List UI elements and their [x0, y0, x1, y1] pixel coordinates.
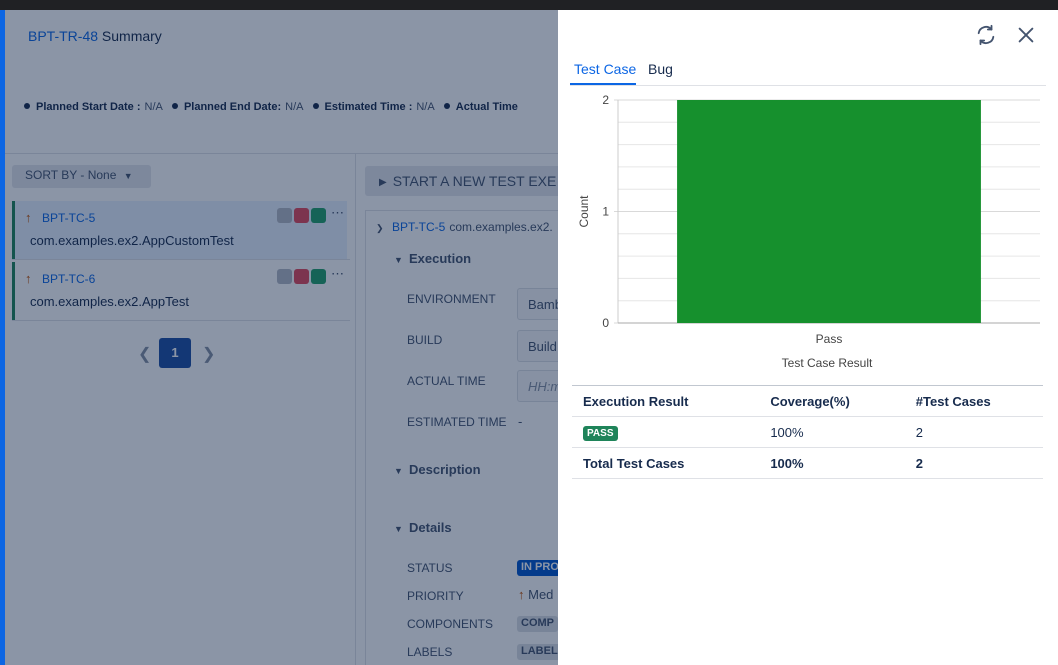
- count-cell: 2: [904, 416, 1043, 448]
- modal-backdrop[interactable]: [5, 10, 558, 665]
- close-icon[interactable]: [1015, 24, 1037, 52]
- tab-test-case[interactable]: Test Case: [574, 61, 636, 77]
- pass-badge: PASS: [583, 425, 618, 441]
- total-count-cell: 2: [904, 447, 1043, 479]
- x-tick-label: Pass: [816, 332, 843, 346]
- results-table: Execution Result Coverage(%) #Test Cases…: [572, 385, 1043, 479]
- column-header: #Test Cases: [904, 385, 1043, 417]
- table-total-row: Total Test Cases 100% 2: [572, 447, 1043, 479]
- y-tick-label: 1: [602, 205, 609, 219]
- results-drawer: Test Case Bug 0 1 2 Pass Test Case Result Cou…: [558, 10, 1058, 665]
- browser-top-strip: [0, 0, 1058, 10]
- y-axis-title: Count: [577, 195, 591, 228]
- bar-pass: [677, 100, 981, 323]
- tab-bug[interactable]: Bug: [648, 61, 673, 77]
- coverage-cell: 100%: [759, 416, 905, 448]
- tabs-divider: [570, 85, 1046, 86]
- x-axis-title: Test Case Result: [782, 356, 873, 370]
- column-header: Coverage(%): [759, 385, 905, 417]
- total-label-cell: Total Test Cases: [572, 447, 760, 479]
- y-tick-label: 0: [602, 316, 609, 330]
- refresh-icon[interactable]: [975, 24, 997, 52]
- table-row: PASS 100% 2: [572, 416, 1043, 448]
- test-case-result-chart: 0 1 2 Pass Test Case Result Count: [577, 93, 1040, 370]
- y-tick-label: 2: [602, 93, 609, 107]
- column-header: Execution Result: [572, 385, 760, 417]
- table-header-row: Execution Result Coverage(%) #Test Cases: [572, 385, 1043, 417]
- total-coverage-cell: 100%: [759, 447, 905, 479]
